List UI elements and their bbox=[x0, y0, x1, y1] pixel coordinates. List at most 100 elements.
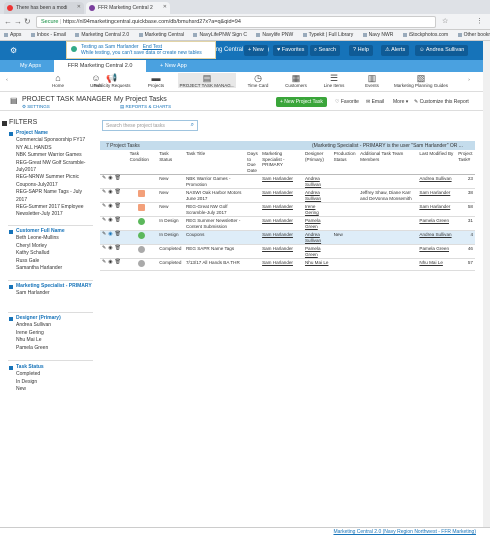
filter-item[interactable]: Irene Gering bbox=[16, 330, 61, 337]
filter-item[interactable]: Pamela Green bbox=[16, 345, 61, 352]
cell-modified-by[interactable]: Andrea Sullivan bbox=[417, 174, 457, 189]
filter-item[interactable]: REG-Great NW Golf Scramble-July2017 bbox=[16, 160, 92, 175]
bookmark[interactable]: Other bookmarks bbox=[454, 30, 490, 38]
browser-tab-active[interactable]: FFR Marketing Central 2 ✕ bbox=[86, 2, 170, 14]
customize-report-link[interactable]: ✎ Customize this Report bbox=[414, 99, 469, 105]
reports-charts-link[interactable]: ▤ REPORTS & CHARTS bbox=[120, 104, 171, 110]
cell-designer[interactable]: Andrea Sullivan bbox=[302, 174, 332, 189]
bookmark[interactable]: Navylife PNW bbox=[252, 30, 297, 38]
browser-tab[interactable]: There has been a modi ✕ bbox=[4, 2, 84, 14]
trash-icon[interactable]: 🗑 bbox=[115, 245, 121, 251]
cell-designer[interactable]: Pamela Green bbox=[302, 216, 332, 231]
new-project-task-button[interactable]: + New Project Task bbox=[276, 97, 327, 107]
column-header[interactable]: Marketing Specialist - PRIMARY bbox=[260, 150, 303, 175]
cell-modified-by[interactable]: Andrea Sullivan bbox=[417, 230, 457, 245]
cell-specialist[interactable]: Sam Harlander bbox=[260, 230, 303, 245]
search-button[interactable]: ⌕ Search bbox=[310, 45, 341, 56]
nav-publicity-requests[interactable]: 📢 Publicity Requests bbox=[92, 73, 132, 88]
nav-home[interactable]: ⌂ Home bbox=[38, 73, 78, 88]
filter-description[interactable]: (Marketing Specialist - PRIMARY is the u… bbox=[312, 143, 463, 149]
scroll-left-icon[interactable]: ‹ bbox=[2, 77, 12, 82]
filter-item[interactable]: Beth Leone-Mullins bbox=[16, 235, 65, 242]
filter-item[interactable]: Russ Gale bbox=[16, 258, 65, 265]
close-icon[interactable]: ✕ bbox=[163, 4, 167, 10]
search-input[interactable]: Search these project tasks ⌕ bbox=[102, 120, 198, 131]
filter-heading[interactable]: Designer (Primary) bbox=[9, 315, 61, 322]
table-row[interactable]: ✎ ◉ 🗑 Completed 7/13/17 All Hands BA THR Sam … bbox=[100, 258, 475, 271]
column-header[interactable]: Project Task# bbox=[456, 150, 475, 175]
column-header[interactable]: Task Title bbox=[183, 150, 246, 175]
filter-heading[interactable]: Customer Full Name bbox=[9, 228, 65, 235]
pencil-icon[interactable]: ✎ bbox=[102, 231, 106, 237]
search-icon[interactable]: ⌕ bbox=[191, 122, 194, 129]
bookmark[interactable]: Marketing Central bbox=[135, 30, 188, 38]
cell-modified-by[interactable]: Sam Harlander bbox=[417, 202, 457, 217]
table-row[interactable]: ✎ ◉ 🗑 New NBK Warrior Games - Promotion Sam H… bbox=[100, 174, 475, 189]
nav-marketing-planning-guides[interactable]: ▧ Marketing Planning Guides bbox=[392, 73, 450, 88]
filter-item[interactable]: Nhu Mai Le bbox=[16, 337, 61, 344]
tab-ffr-marketing-central[interactable]: FFR Marketing Central 2.0 bbox=[54, 60, 146, 72]
cell-specialist[interactable]: Sam Harlander bbox=[260, 188, 303, 203]
filter-item[interactable]: REG-Summer 2017 Employee Newsletter-July… bbox=[16, 204, 92, 219]
cell-designer[interactable]: Irene Gering bbox=[302, 202, 332, 217]
tab-new-app[interactable]: + New App bbox=[154, 60, 193, 72]
column-header[interactable]: Days to Due Date bbox=[245, 150, 261, 175]
more-menu[interactable]: More ▾ bbox=[393, 99, 408, 105]
favorites-button[interactable]: ♥ Favorites bbox=[273, 45, 309, 56]
bookmark[interactable]: NavyLifePNW Sign C bbox=[189, 30, 251, 38]
pencil-icon[interactable]: ✎ bbox=[102, 217, 106, 223]
column-header[interactable]: Task Condition bbox=[127, 150, 158, 175]
cell-modified-by[interactable]: Pamela Green bbox=[417, 244, 457, 259]
footer-app-link[interactable]: Marketing Central 2.0 (Navy Region North… bbox=[333, 529, 476, 535]
filter-item[interactable]: Kathy Schallud bbox=[16, 250, 65, 257]
pencil-icon[interactable]: ✎ bbox=[102, 189, 106, 195]
cell-specialist[interactable]: Sam Harlander bbox=[260, 202, 303, 217]
reload-icon[interactable]: ↻ bbox=[24, 17, 31, 26]
nav-events[interactable]: ▥ Events bbox=[352, 73, 392, 88]
filter-item[interactable]: Cheryl Morley bbox=[16, 243, 65, 250]
column-header[interactable]: Additional Task Team Members bbox=[358, 150, 418, 175]
pencil-icon[interactable]: ✎ bbox=[102, 175, 106, 181]
filter-item[interactable]: REG-NRNW Summer Picnic Coupons-July2017 bbox=[16, 174, 92, 189]
pencil-icon[interactable]: ✎ bbox=[102, 259, 106, 265]
nav-line-items[interactable]: ☰ Line Items bbox=[314, 73, 354, 88]
eye-icon[interactable]: ◉ bbox=[108, 231, 112, 237]
alerts-button[interactable]: ⚠ Alerts bbox=[381, 45, 410, 56]
filter-heading[interactable]: Marketing Specialist - PRIMARY bbox=[9, 283, 92, 290]
filter-toggle-icon[interactable] bbox=[2, 121, 7, 126]
cell-specialist[interactable]: Sam Harlander bbox=[260, 244, 303, 259]
column-header[interactable]: Designer (Primary) bbox=[302, 150, 332, 175]
cell-specialist[interactable]: Sam Harlander bbox=[260, 174, 303, 189]
nav-time-card[interactable]: ◷ Time Card bbox=[238, 73, 278, 88]
tab-my-apps[interactable]: My Apps bbox=[14, 60, 47, 72]
cell-designer[interactable]: Andrea Sullivan bbox=[302, 188, 332, 203]
cell-modified-by[interactable]: Sam Harlander bbox=[417, 188, 457, 203]
cell-specialist[interactable]: Sam Harlander bbox=[260, 258, 303, 271]
trash-icon[interactable]: 🗑 bbox=[115, 217, 121, 223]
table-row[interactable]: ✎ ◉ 🗑 In Design Coupons Sam Harlander Andrea S… bbox=[100, 230, 475, 245]
filter-item[interactable]: Commercial Sponsorship FY17 bbox=[16, 137, 92, 144]
bookmark[interactable]: Typekit | Full Library bbox=[299, 30, 358, 38]
nav-project-task-manager[interactable]: ▤ PROJECT TASK MANAG... bbox=[178, 73, 236, 88]
filter-item[interactable]: Completed bbox=[16, 371, 44, 378]
trash-icon[interactable]: 🗑 bbox=[115, 175, 121, 181]
cell-designer[interactable]: Andrea Sullivan bbox=[302, 230, 332, 245]
table-row[interactable]: ✎ ◉ 🗑 New REG-Great NW Golf Scramble-July 20… bbox=[100, 202, 475, 217]
eye-icon[interactable]: ◉ bbox=[108, 175, 112, 181]
eye-icon[interactable]: ◉ bbox=[108, 203, 112, 209]
column-header[interactable]: Last Modified By bbox=[417, 150, 457, 175]
cell-designer[interactable]: Nhu Mai Le bbox=[302, 258, 332, 271]
eye-icon[interactable]: ◉ bbox=[108, 189, 112, 195]
bookmark[interactable]: Marketing Central 2.0 bbox=[71, 30, 133, 38]
eye-icon[interactable]: ◉ bbox=[108, 217, 112, 223]
filter-item[interactable]: NBK Summer Warrior Games bbox=[16, 152, 92, 159]
table-row[interactable]: ✎ ◉ 🗑 In Design REG Summer Newsletter - Cont… bbox=[100, 216, 475, 231]
close-icon[interactable]: ✕ bbox=[77, 4, 81, 10]
quickbase-logo-icon[interactable]: ⚙ bbox=[10, 46, 17, 55]
pencil-icon[interactable]: ✎ bbox=[102, 245, 106, 251]
filter-heading[interactable]: Task Status bbox=[9, 364, 44, 371]
page-scrollbar[interactable] bbox=[483, 41, 490, 527]
trash-icon[interactable]: 🗑 bbox=[115, 203, 121, 209]
user-menu-button[interactable]: ☺ Andrea Sullivan bbox=[415, 45, 469, 56]
filter-item[interactable]: REG-SAPR Name Tags - July 2017 bbox=[16, 189, 92, 204]
